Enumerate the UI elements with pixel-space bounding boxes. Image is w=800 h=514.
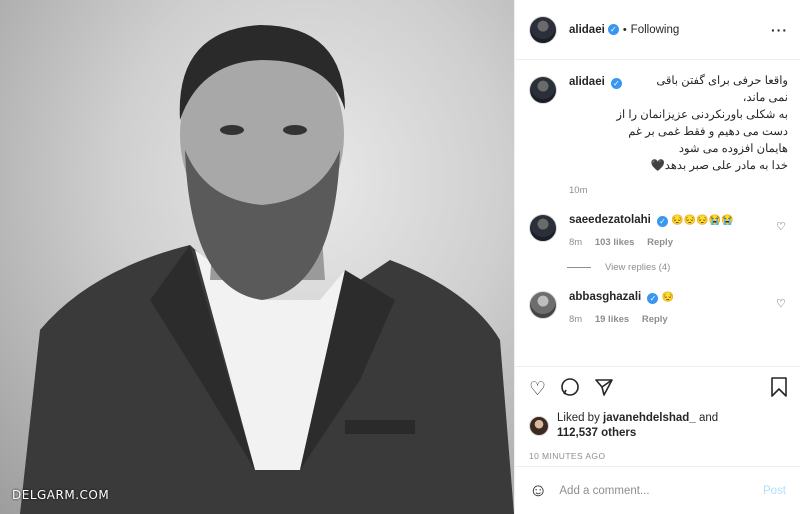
more-horizontal-icon[interactable]: ··· bbox=[771, 22, 788, 38]
comment-text: 😔😔😔😭😭 bbox=[671, 215, 734, 226]
comment-likes[interactable]: 19 likes bbox=[595, 314, 629, 325]
post-timestamp[interactable]: 10 MINUTES AGO bbox=[515, 441, 800, 461]
comment-likes[interactable]: 103 likes bbox=[595, 237, 635, 248]
post-photo[interactable]: DELGARM.COM bbox=[0, 0, 514, 514]
following-button[interactable]: Following bbox=[631, 24, 680, 36]
add-comment-bar: ☺ Post bbox=[515, 466, 800, 514]
likes-row: Liked by javanehdelshad_ and 112,537 oth… bbox=[515, 411, 800, 441]
comment-item: saeedezatolahi ✓ 😔😔😔😭😭 8m 103 likes Repl… bbox=[529, 214, 788, 248]
caption-line: نمی ماند، bbox=[742, 92, 788, 104]
comment-input[interactable] bbox=[559, 484, 763, 497]
likes-count[interactable]: 112,537 others bbox=[557, 427, 636, 439]
caption-username[interactable]: alidaei bbox=[569, 76, 605, 88]
header-username[interactable]: alidaei bbox=[569, 24, 605, 36]
reply-button[interactable]: Reply bbox=[642, 314, 668, 325]
heart-outline-icon[interactable]: ♡ bbox=[776, 297, 788, 310]
post-header: alidaei ✓ • Following ··· bbox=[515, 0, 800, 60]
action-bar: ♡ bbox=[515, 367, 800, 411]
liker-username[interactable]: javanehdelshad_ bbox=[603, 412, 696, 424]
and-label: and bbox=[698, 412, 719, 424]
caption-line: هایمان افزوده می شود bbox=[678, 143, 788, 155]
replies-divider bbox=[567, 267, 591, 268]
verified-badge-icon: ✓ bbox=[610, 78, 622, 89]
comment-avatar[interactable] bbox=[529, 214, 557, 242]
caption-time[interactable]: 10m bbox=[569, 185, 587, 196]
comment-time[interactable]: 8m bbox=[569, 237, 582, 248]
comment-time[interactable]: 8m bbox=[569, 314, 582, 325]
heart-icon[interactable]: ♡ bbox=[529, 380, 546, 399]
likes-text: Liked by javanehdelshad_ and 112,537 oth… bbox=[557, 411, 718, 441]
comment-text: 😔 bbox=[661, 292, 675, 303]
caption-avatar[interactable] bbox=[529, 76, 557, 104]
caption-line: خدا به مادر علی صبر بدهد🖤 bbox=[650, 160, 788, 172]
portrait-illustration bbox=[20, 25, 514, 514]
liked-by-label: Liked by bbox=[557, 412, 600, 424]
caption-line: به شکلی باورنکردنی عزیزانمان را از bbox=[616, 109, 788, 121]
separator-dot: • bbox=[622, 23, 627, 36]
share-icon[interactable] bbox=[594, 377, 614, 401]
comment-username[interactable]: saeedezatolahi bbox=[569, 214, 651, 226]
watermark: DELGARM.COM bbox=[12, 488, 110, 502]
comments-section: alidaei ✓ واقعا حرفی برای گفتن باقی نمی … bbox=[515, 60, 800, 367]
comment-username[interactable]: abbasghazali bbox=[569, 291, 641, 303]
post-side-panel: alidaei ✓ • Following ··· alidaei ✓ واقع… bbox=[514, 0, 800, 514]
liker-avatar[interactable] bbox=[529, 416, 549, 436]
view-replies-button[interactable]: View replies (4) bbox=[567, 262, 788, 273]
bookmark-icon[interactable] bbox=[770, 377, 788, 401]
verified-badge-icon: ✓ bbox=[607, 24, 619, 35]
view-replies-label: View replies (4) bbox=[605, 262, 671, 273]
emoji-icon[interactable]: ☺ bbox=[529, 480, 547, 501]
comment-item: abbasghazali ✓ 😔 8m 19 likes Reply ♡ bbox=[529, 291, 788, 325]
caption-meta: 10m bbox=[569, 185, 788, 196]
post-button[interactable]: Post bbox=[763, 485, 786, 497]
heart-outline-icon[interactable]: ♡ bbox=[776, 220, 788, 233]
verified-badge-icon: ✓ bbox=[657, 216, 669, 227]
comment-icon[interactable] bbox=[560, 377, 580, 401]
comment-avatar[interactable] bbox=[529, 291, 557, 319]
verified-badge-icon: ✓ bbox=[647, 293, 659, 304]
avatar[interactable] bbox=[529, 15, 557, 44]
reply-button[interactable]: Reply bbox=[647, 237, 673, 248]
comment-meta: 8m 19 likes Reply bbox=[569, 314, 768, 325]
comment-meta: 8m 103 likes Reply bbox=[569, 237, 768, 248]
caption-line: دست می دهیم و فقط غمی بر غم bbox=[628, 126, 788, 138]
caption: alidaei ✓ واقعا حرفی برای گفتن باقی نمی … bbox=[529, 75, 788, 196]
